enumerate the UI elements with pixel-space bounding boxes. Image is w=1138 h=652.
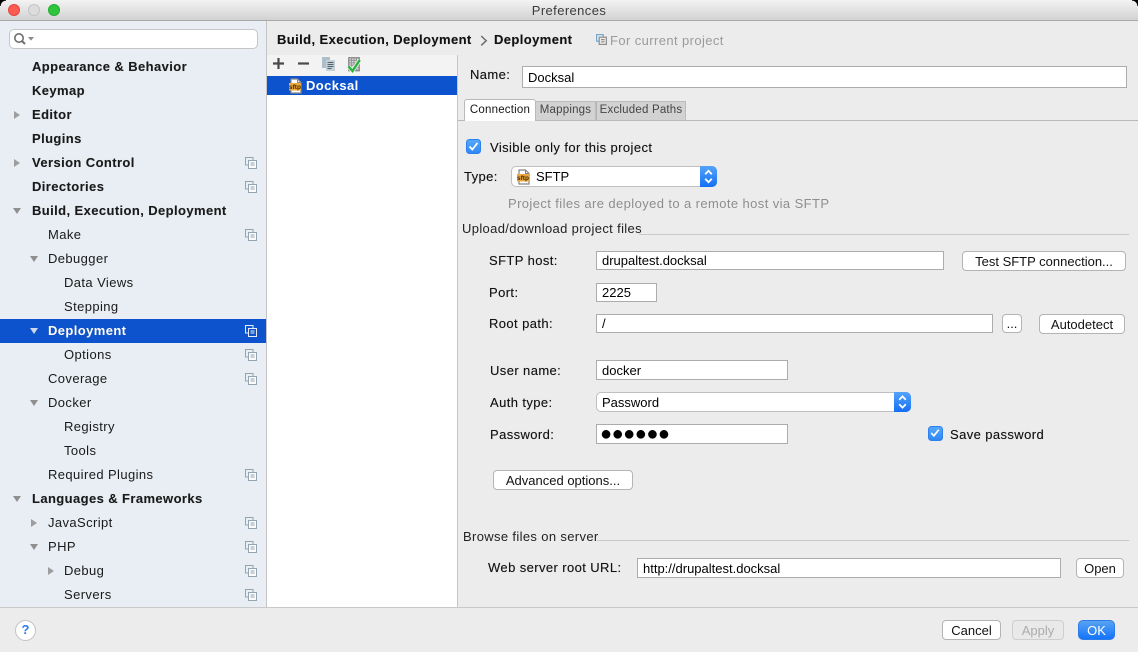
- svg-text:sftp: sftp: [289, 84, 301, 91]
- svg-text:sftp: sftp: [517, 175, 529, 182]
